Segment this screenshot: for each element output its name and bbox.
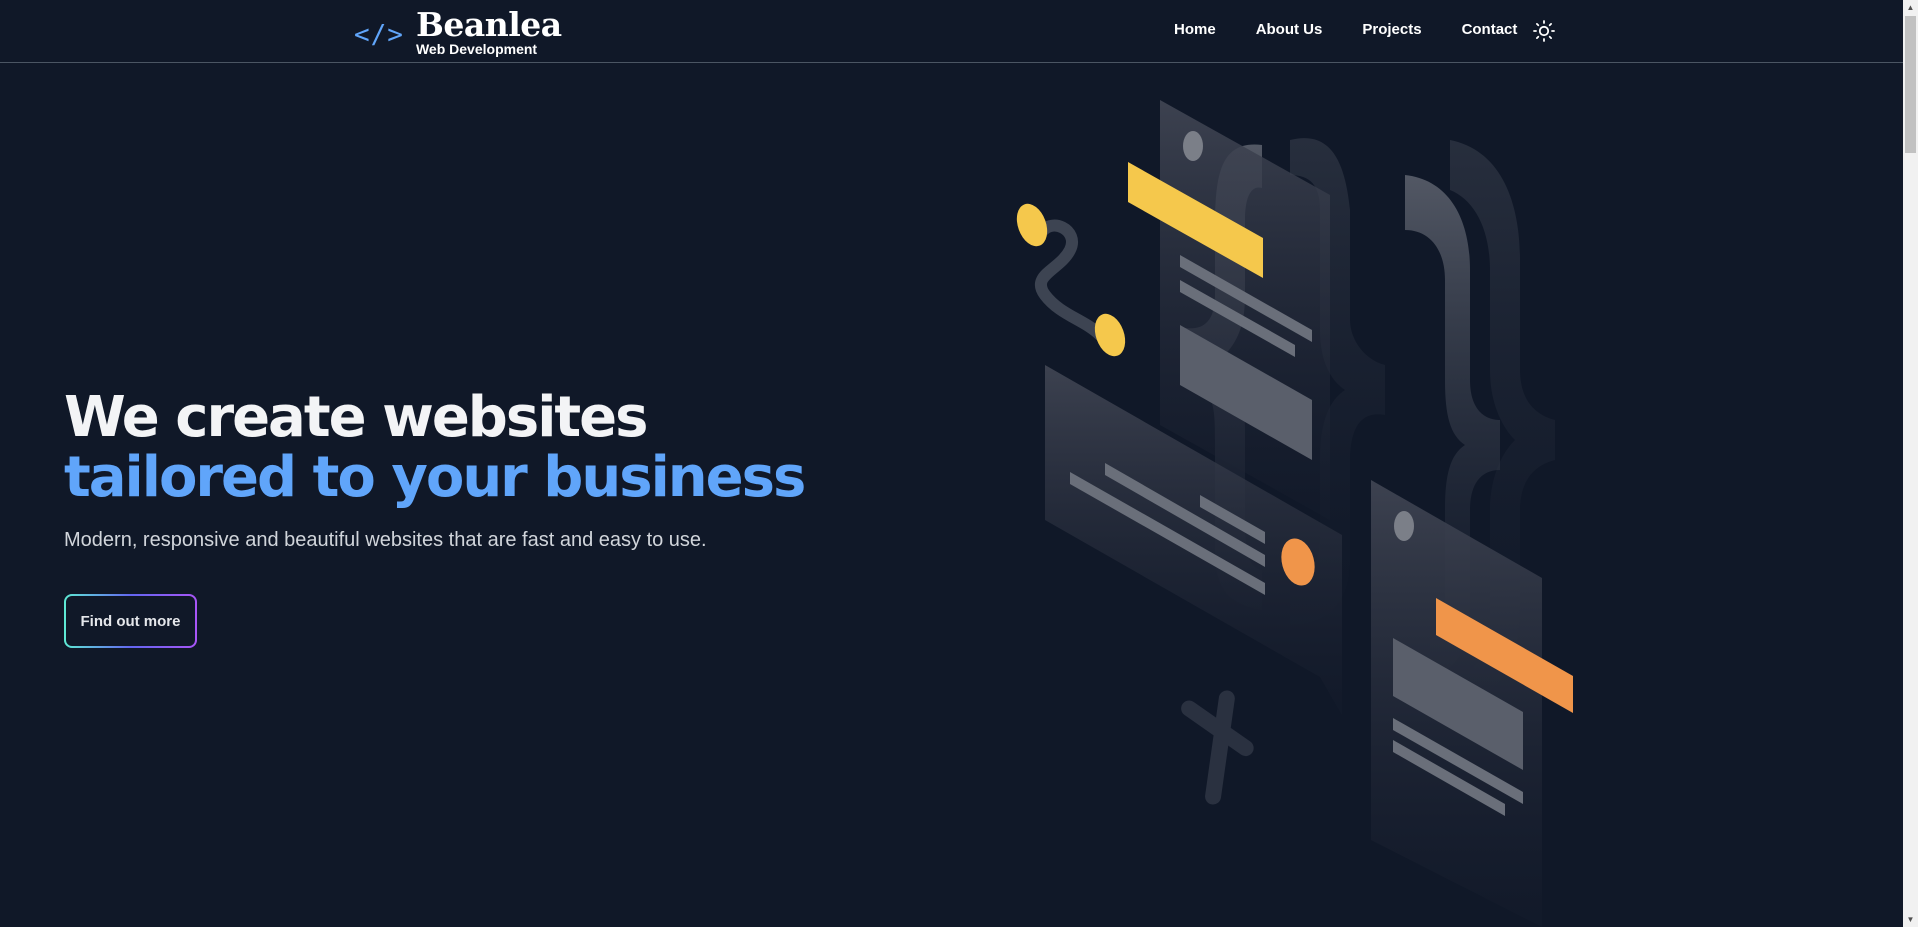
main-nav: Home About Us Projects Contact: [1174, 21, 1557, 38]
yellow-dot: [1094, 313, 1126, 357]
page-scrollbar[interactable]: ▲ ▼: [1903, 0, 1918, 927]
brand-name: Beanlea: [415, 5, 562, 44]
navbar: </> Beanlea Web Development Home About U…: [0, 0, 1903, 63]
scroll-up-icon[interactable]: ▲: [1903, 0, 1918, 15]
nav-about-us[interactable]: About Us: [1256, 21, 1323, 38]
yellow-dot: [1016, 203, 1048, 247]
sun-icon[interactable]: [1532, 19, 1556, 43]
nav-contact[interactable]: Contact: [1462, 21, 1518, 38]
hero-title-line2: tailored to your business: [64, 445, 806, 510]
code-icon: </>: [354, 20, 404, 50]
find-out-more-label: Find out more: [66, 596, 195, 646]
find-out-more-button[interactable]: Find out more: [64, 594, 197, 648]
hero-illustration: [1016, 100, 1573, 927]
squiggle-shape: [1034, 219, 1106, 341]
brand-subtitle: Web Development: [415, 41, 538, 57]
scroll-down-icon[interactable]: ▼: [1903, 912, 1918, 927]
hero-subtitle: Modern, responsive and beautiful website…: [64, 529, 707, 551]
brand-text: Beanlea Web Development: [415, 5, 562, 57]
brand-logo[interactable]: </> Beanlea Web Development: [354, 5, 562, 57]
plus-shape: [1181, 690, 1254, 805]
hero-title-line1: We create websites: [64, 385, 649, 450]
scrollbar-thumb[interactable]: [1905, 16, 1916, 153]
nav-home[interactable]: Home: [1174, 21, 1216, 38]
bottom-phone-panel: [1371, 480, 1573, 927]
hero-title: We create websites tailored to your busi…: [64, 385, 806, 510]
nav-projects[interactable]: Projects: [1362, 21, 1421, 38]
